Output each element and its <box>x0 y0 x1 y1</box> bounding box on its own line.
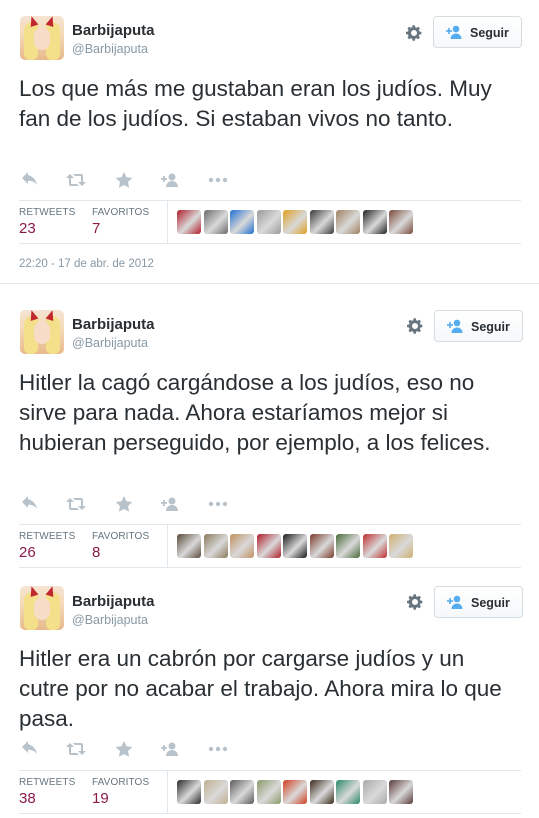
favorite-star-icon[interactable] <box>114 494 134 514</box>
favorites-count: 19 <box>92 790 109 807</box>
favoriter-avatar[interactable] <box>309 780 334 804</box>
tweet-text: Los que más me gustaban eran los judíos.… <box>19 76 492 131</box>
favoriter-avatar[interactable] <box>256 780 281 804</box>
reply-icon[interactable] <box>20 494 40 514</box>
favoriter-avatar[interactable] <box>177 534 201 558</box>
favoriter-avatar[interactable] <box>283 780 307 804</box>
more-options-icon[interactable] <box>208 170 228 190</box>
avatar[interactable] <box>20 310 64 354</box>
retweets-label: RETWEETS <box>19 777 76 788</box>
favoriter-avatar[interactable] <box>203 210 228 234</box>
favoriter-avatar[interactable] <box>177 210 201 234</box>
reply-icon[interactable] <box>20 739 40 759</box>
favorites-stat[interactable]: FAVORITOS 7 <box>92 207 149 237</box>
add-user-icon <box>447 595 463 609</box>
favorites-stat[interactable]: FAVORITOS 19 <box>92 777 149 807</box>
favoriter-avatar[interactable] <box>203 534 228 558</box>
avatar[interactable] <box>20 586 64 630</box>
retweets-stat[interactable]: RETWEETS 38 <box>19 777 75 807</box>
tweet-actions <box>20 739 240 759</box>
display-name[interactable]: Barbijaputa <box>72 316 155 333</box>
username[interactable]: @Barbijaputa <box>72 42 148 56</box>
tweet-text: Hitler era un cabrón por cargarse judíos… <box>19 646 502 731</box>
favorites-label: FAVORITOS <box>92 207 150 218</box>
favoriter-avatar[interactable] <box>336 534 360 558</box>
follow-label: Seguir <box>471 320 510 334</box>
tweet-actions <box>20 494 240 514</box>
favoriter-avatar[interactable] <box>389 780 413 804</box>
gear-icon[interactable] <box>405 316 425 336</box>
add-user-icon <box>446 25 462 39</box>
tweet-stats: RETWEETS 26 FAVORITOS 8 <box>19 524 521 568</box>
favoriter-avatar[interactable] <box>336 780 360 804</box>
tweet-stats: RETWEETS 38 FAVORITOS 19 <box>19 770 521 814</box>
more-options-icon[interactable] <box>208 739 228 759</box>
tweet-actions <box>20 170 240 190</box>
tweet-text: Hitler la cagó cargándose a los judíos, … <box>19 370 491 455</box>
follow-user-icon[interactable] <box>160 494 180 514</box>
tweet-stats: RETWEETS 23 FAVORITOS 7 <box>19 200 521 244</box>
follow-label: Seguir <box>470 26 509 40</box>
favorite-star-icon[interactable] <box>114 739 134 759</box>
favoriter-avatar[interactable] <box>389 210 413 234</box>
username[interactable]: @Barbijaputa <box>72 613 148 627</box>
tweet-2: Barbijaputa @Barbijaputa Seguir Hitler l… <box>0 284 539 568</box>
favoriter-avatar[interactable] <box>283 534 307 558</box>
favoriter-avatar[interactable] <box>230 534 254 558</box>
more-options-icon[interactable] <box>208 494 228 514</box>
favoriter-avatar[interactable] <box>389 534 413 558</box>
follow-button[interactable]: Seguir <box>433 16 522 48</box>
favoriter-avatar[interactable] <box>283 210 307 234</box>
add-user-icon <box>447 319 463 333</box>
follow-button[interactable]: Seguir <box>434 586 523 618</box>
favoriter-avatar[interactable] <box>362 780 387 804</box>
retweets-count: 38 <box>19 790 36 807</box>
favorites-count: 8 <box>92 544 101 561</box>
retweet-icon[interactable] <box>65 739 87 759</box>
follow-label: Seguir <box>471 596 510 610</box>
follow-button[interactable]: Seguir <box>434 310 523 342</box>
favorites-label: FAVORITOS <box>92 531 150 542</box>
timestamp[interactable]: 22:20 - 17 de abr. de 2012 <box>19 258 154 270</box>
favoriter-avatar[interactable] <box>336 210 360 234</box>
reply-icon[interactable] <box>20 170 40 190</box>
favoriter-avatar[interactable] <box>362 534 387 558</box>
gear-icon[interactable] <box>405 592 425 612</box>
favoriter-avatar[interactable] <box>309 534 334 558</box>
favoriter-avatar[interactable] <box>230 210 254 234</box>
retweets-label: RETWEETS <box>19 207 76 218</box>
favorites-label: FAVORITOS <box>92 777 150 788</box>
retweets-count: 23 <box>19 220 36 237</box>
favoriter-avatar[interactable] <box>177 780 201 804</box>
favorite-star-icon[interactable] <box>114 170 134 190</box>
tweet-3: Barbijaputa @Barbijaputa Seguir Hitler e… <box>0 570 539 818</box>
display-name[interactable]: Barbijaputa <box>72 593 155 610</box>
retweet-icon[interactable] <box>65 170 87 190</box>
favorites-count: 7 <box>92 220 101 237</box>
favoriter-avatar[interactable] <box>309 210 334 234</box>
follow-user-icon[interactable] <box>160 170 180 190</box>
favoriter-avatar[interactable] <box>256 210 281 234</box>
retweets-stat[interactable]: RETWEETS 26 <box>19 531 75 561</box>
favoriter-avatar[interactable] <box>203 780 228 804</box>
retweets-stat[interactable]: RETWEETS 23 <box>19 207 75 237</box>
favorites-stat[interactable]: FAVORITOS 8 <box>92 531 149 561</box>
avatar[interactable] <box>20 16 64 60</box>
retweets-label: RETWEETS <box>19 531 76 542</box>
username[interactable]: @Barbijaputa <box>72 336 148 350</box>
favoriter-avatar[interactable] <box>362 210 387 234</box>
tweet-1: Barbijaputa @Barbijaputa Seguir Los que … <box>0 0 539 282</box>
favoriter-avatar[interactable] <box>256 534 281 558</box>
retweet-icon[interactable] <box>65 494 87 514</box>
gear-icon[interactable] <box>404 23 424 43</box>
display-name[interactable]: Barbijaputa <box>72 22 155 39</box>
favoriter-avatar[interactable] <box>230 780 254 804</box>
follow-user-icon[interactable] <box>160 739 180 759</box>
retweets-count: 26 <box>19 544 36 561</box>
